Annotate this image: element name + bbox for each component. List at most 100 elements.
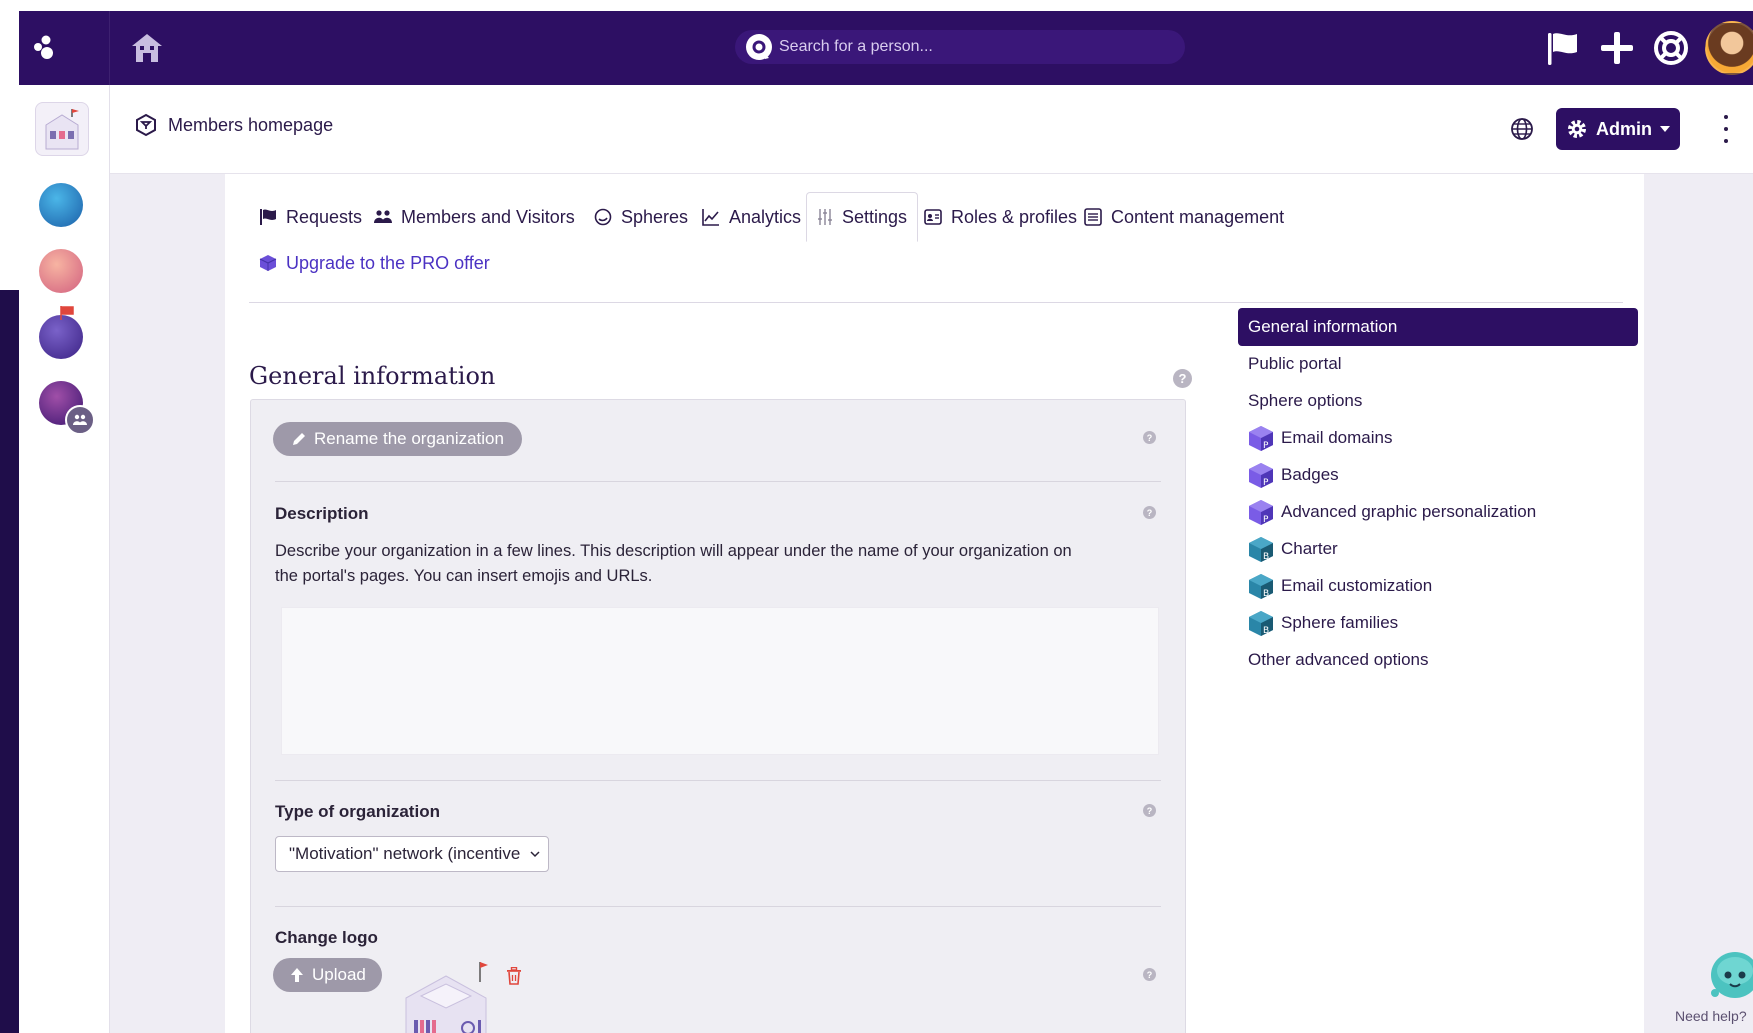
tab-label: Members and Visitors <box>401 206 575 227</box>
side-nav-charter[interactable]: B Charter <box>1238 530 1638 568</box>
chart-line-icon <box>702 209 719 226</box>
svg-text:P: P <box>1263 478 1269 488</box>
side-nav-label: Sphere options <box>1248 391 1363 410</box>
cube-icon <box>259 255 277 271</box>
svg-text:P: P <box>1263 515 1269 525</box>
building-illustration-icon <box>405 962 488 1033</box>
description-hint: Describe your organization in a few line… <box>275 539 1155 589</box>
tab-label: Requests <box>286 206 363 227</box>
description-textarea[interactable] <box>281 607 1159 755</box>
globe-icon[interactable] <box>1510 117 1534 141</box>
tab-label: Analytics <box>729 206 802 227</box>
rename-organization-button[interactable]: Rename the organization <box>273 422 522 456</box>
building-icon <box>45 109 79 150</box>
user-avatar[interactable] <box>1705 21 1753 75</box>
home-icon[interactable] <box>129 31 165 65</box>
side-nav-email-customization[interactable]: B Email customization <box>1238 567 1638 605</box>
pro-cube-icon: P <box>1249 463 1273 488</box>
tab-members-and-visitors[interactable]: Members and Visitors <box>374 194 575 240</box>
help-icon[interactable]: ? <box>1173 369 1192 388</box>
side-nav-sphere-options[interactable]: Sphere options <box>1238 382 1638 420</box>
side-nav-label: Other advanced options <box>1248 650 1429 669</box>
divider <box>275 780 1161 781</box>
business-cube-icon: B <box>1249 537 1273 562</box>
help-icon[interactable]: ? <box>1143 968 1156 981</box>
rename-label: Rename the organization <box>314 429 504 448</box>
sphere-avatar-2[interactable] <box>39 249 83 293</box>
side-nav-sphere-families[interactable]: B Sphere families <box>1238 604 1638 642</box>
sliders-icon <box>818 209 832 225</box>
side-nav-label: Advanced graphic personalization <box>1281 502 1537 521</box>
side-nav-label: Badges <box>1281 465 1339 484</box>
svg-text:P: P <box>1263 441 1269 451</box>
description-hint-line: Describe your organization in a few line… <box>275 542 1072 560</box>
svg-text:B: B <box>1263 552 1269 562</box>
side-nav-public-portal[interactable]: Public portal <box>1238 345 1638 383</box>
side-nav-email-domains[interactable]: P Email domains <box>1238 419 1638 457</box>
divider <box>275 481 1161 482</box>
id-card-icon <box>924 209 942 225</box>
trash-icon[interactable] <box>506 967 522 985</box>
pro-cube-icon: P <box>1249 426 1273 451</box>
tab-content-management[interactable]: Content management <box>1084 194 1284 240</box>
side-nav-advanced-graphic-personalization[interactable]: P Advanced graphic personalization <box>1238 493 1638 531</box>
flag-icon <box>260 209 276 225</box>
chatbot-icon[interactable] <box>1709 949 1753 1001</box>
side-nav-label: Sphere families <box>1281 613 1399 632</box>
top-actions <box>1529 11 1753 85</box>
admin-label: Admin <box>1596 118 1652 139</box>
breadcrumb-label: Members homepage <box>168 114 334 135</box>
caret-down-icon <box>1660 126 1670 132</box>
organization-avatar[interactable] <box>35 102 89 156</box>
app-logo[interactable] <box>19 11 110 85</box>
divider <box>275 906 1161 907</box>
search-input[interactable]: Search for a person... <box>779 38 933 56</box>
breadcrumb[interactable]: Members homepage <box>134 113 333 137</box>
admin-dropdown-button[interactable]: Admin <box>1556 108 1680 150</box>
page-header: Members homepage Admin <box>110 85 1753 174</box>
help-icon[interactable]: ? <box>1143 431 1156 444</box>
tab-roles-and-profiles[interactable]: Roles & profiles <box>924 194 1077 240</box>
users-icon <box>374 210 392 223</box>
sphere-avatar-3[interactable] <box>39 306 83 359</box>
organization-type-select[interactable]: "Motivation" network (incentive <box>275 836 549 872</box>
tab-requests[interactable]: Requests <box>259 194 362 240</box>
flag-icon[interactable] <box>1543 28 1583 68</box>
side-nav-general-information[interactable]: General information <box>1238 308 1638 346</box>
search-bar[interactable]: Search for a person... <box>735 30 1185 64</box>
side-nav-badges[interactable]: P Badges <box>1238 456 1638 494</box>
tab-label: Settings <box>842 206 908 227</box>
tab-analytics[interactable]: Analytics <box>702 194 801 240</box>
members-badge-icon <box>65 405 95 435</box>
help-icon[interactable]: ? <box>1143 506 1156 519</box>
admin-tabs: Requests Members and Visitors Spheres An… <box>249 192 1623 303</box>
flag-badge-icon <box>60 306 74 320</box>
side-nav-other-advanced-options[interactable]: Other advanced options <box>1238 641 1638 679</box>
spheres-rail <box>19 85 110 1033</box>
need-help-label[interactable]: Need help? <box>1675 1008 1747 1024</box>
arrow-up-icon <box>291 968 303 982</box>
sphere-avatar-4[interactable] <box>39 381 95 435</box>
more-options-icon[interactable] <box>1722 115 1730 143</box>
tab-label: Upgrade to the PRO offer <box>286 252 490 273</box>
tab-label: Spheres <box>621 206 689 227</box>
upload-label: Upload <box>312 965 366 984</box>
general-information-card: Rename the organization ? Description ? … <box>250 399 1186 1033</box>
organization-type-label: Type of organization <box>275 802 440 821</box>
side-nav-label: General information <box>1248 317 1398 336</box>
tab-spheres[interactable]: Spheres <box>594 194 688 240</box>
plus-icon[interactable] <box>1597 28 1637 68</box>
help-icon[interactable]: ? <box>1143 804 1156 817</box>
tab-settings[interactable]: Settings <box>806 192 919 242</box>
upload-logo-button[interactable]: Upload <box>273 958 382 992</box>
description-hint-line: the portal's pages. You can insert emoji… <box>275 567 653 585</box>
lifebuoy-icon[interactable] <box>1651 28 1691 68</box>
list-icon <box>1084 208 1102 226</box>
search-icon <box>746 34 772 60</box>
gear-icon <box>1568 120 1586 138</box>
organization-type-value: "Motivation" network (incentive <box>289 844 521 863</box>
tab-upgrade-pro[interactable]: Upgrade to the PRO offer <box>259 240 490 286</box>
sphere-avatar-1[interactable] <box>39 183 83 227</box>
top-bar: Search for a person... <box>19 11 1753 85</box>
hexagon-logo-icon <box>136 113 156 137</box>
